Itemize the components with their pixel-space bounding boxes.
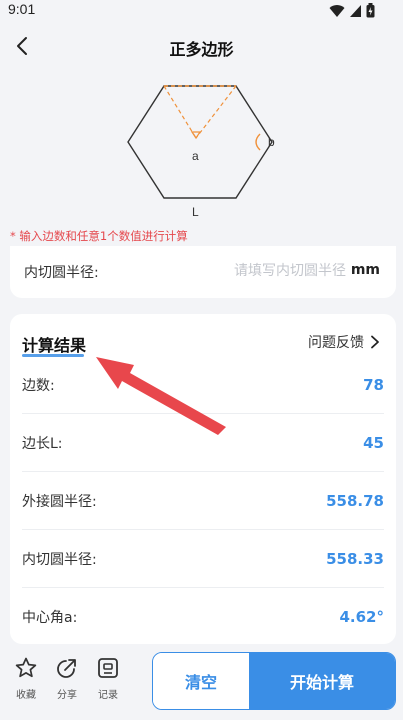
battery-icon (366, 3, 375, 18)
result-label: 边长L: (22, 435, 63, 452)
result-card: 计算结果 问题反馈 边数: 78 边长L: 45 外接圆半径: 558.78 内… (10, 314, 396, 644)
status-icons (329, 3, 375, 18)
page-title: 正多边形 (169, 40, 234, 59)
vertex-angle-mark (255, 133, 261, 151)
action-button-group: 清空 开始计算 (152, 652, 396, 710)
clear-button[interactable]: 清空 (153, 653, 249, 709)
result-label: 内切圆半径: (22, 551, 97, 568)
chevron-right-icon (371, 335, 379, 349)
record-icon (98, 658, 118, 678)
hexagon-shape (127, 85, 273, 199)
result-title: 计算结果 (22, 336, 87, 355)
signal-icon (350, 4, 361, 17)
start-calculate-button[interactable]: 开始计算 (249, 653, 395, 709)
radius-left-dashed (163, 85, 197, 139)
center-angle-mark (190, 131, 202, 140)
feedback-label: 问题反馈 (308, 335, 364, 351)
unit-label: mm (350, 262, 380, 278)
result-value: 558.33 (326, 549, 384, 568)
result-label: 中心角a: (22, 610, 78, 626)
result-value: 45 (363, 433, 384, 452)
record-button[interactable]: 记录 (90, 656, 126, 701)
label-b: b (268, 135, 275, 149)
share-button[interactable]: 分享 (49, 656, 85, 701)
result-value: 4.62° (339, 608, 384, 626)
radius-right-dashed (195, 85, 237, 139)
result-value: 78 (363, 375, 384, 394)
result-label: 外接圆半径: (22, 493, 97, 510)
record-label: 记录 (98, 690, 118, 701)
label-a: a (192, 149, 199, 163)
feedback-link[interactable]: 问题反馈 (308, 332, 380, 352)
bottom-toolbar: 收藏 分享 记录 清空 开始计算 (0, 644, 403, 720)
result-list: 边数: 78 边长L: 45 外接圆半径: 558.78 内切圆半径: 558.… (22, 356, 384, 644)
share-label: 分享 (57, 690, 77, 701)
nav-bar: 正多边形 (0, 22, 403, 72)
wifi-icon (329, 4, 345, 17)
collect-label: 收藏 (16, 690, 36, 701)
status-bar: 9:01 (0, 0, 403, 22)
polygon-diagram: a b L (127, 85, 275, 219)
star-icon (15, 657, 37, 678)
collect-button[interactable]: 收藏 (8, 656, 44, 701)
result-value: 558.78 (326, 491, 384, 510)
result-row-side-length: 边长L: 45 (22, 414, 384, 472)
result-row-circumradius: 外接圆半径: 558.78 (22, 472, 384, 530)
result-label: 边数: (22, 377, 55, 394)
result-row-central-angle: 中心角a: 4.62° (22, 588, 384, 644)
inradius-input[interactable] (160, 258, 346, 284)
status-time: 9:01 (8, 1, 36, 17)
share-icon (57, 659, 76, 678)
label-L: L (192, 205, 199, 219)
input-card: 内切圆半径: mm (10, 246, 396, 298)
result-row-inradius: 内切圆半径: 558.33 (22, 530, 384, 588)
inradius-input-label: 内切圆半径: (24, 265, 99, 281)
result-row-sides: 边数: 78 (22, 356, 384, 414)
hint-text: * 输入边数和任意1个数值进行计算 (10, 229, 188, 243)
